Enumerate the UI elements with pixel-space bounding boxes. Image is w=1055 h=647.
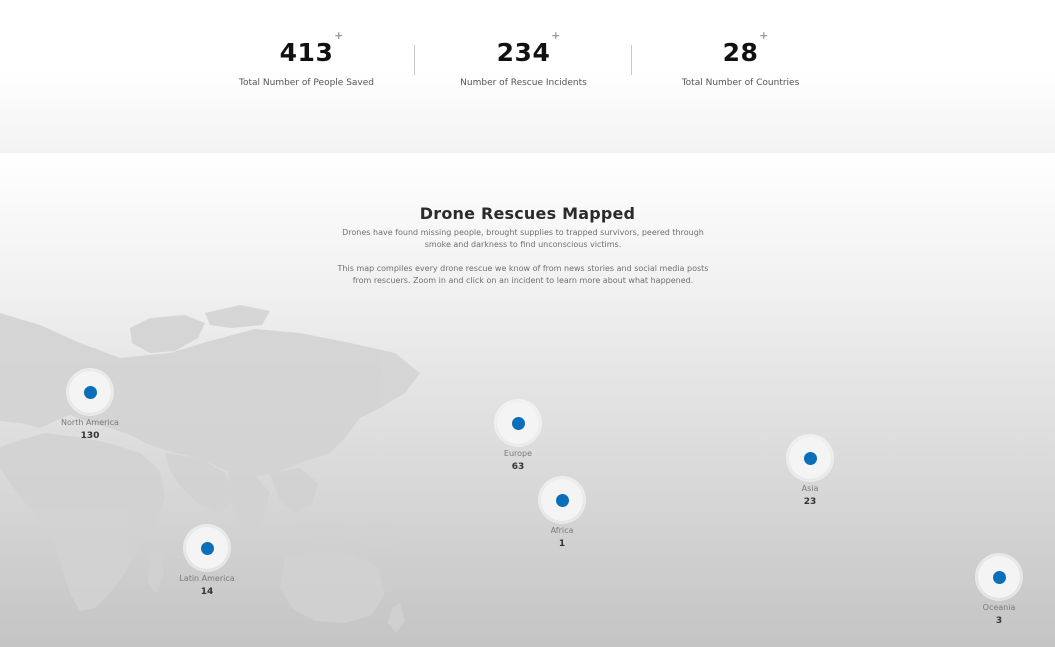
landmass	[355, 525, 400, 549]
map-pin-icon	[512, 417, 525, 430]
marker-north-america[interactable]: North America 130	[45, 371, 135, 441]
marker-count: 63	[511, 462, 525, 472]
plus-icon: +	[759, 29, 769, 42]
stat-label: Number of Rescue Incidents	[460, 78, 587, 88]
landmass	[205, 305, 270, 328]
map-pin-icon	[201, 542, 214, 555]
marker-count: 1	[558, 539, 566, 549]
plus-icon: +	[551, 29, 561, 42]
stat-value: 413	[279, 38, 334, 67]
marker-africa[interactable]: Africa 1	[517, 479, 607, 549]
marker-name: Latin America	[179, 574, 235, 583]
marker-name: Oceania	[982, 603, 1016, 612]
marker-button[interactable]	[69, 371, 111, 413]
map-title: Drone Rescues Mapped	[419, 204, 636, 224]
map-pin-icon	[993, 571, 1006, 584]
marker-count: 23	[803, 497, 817, 507]
marker-asia[interactable]: Asia 23	[765, 437, 855, 507]
marker-name: North America	[61, 418, 119, 427]
page: 413 + Total Number of People Saved 234 +…	[0, 0, 1055, 647]
marker-europe[interactable]: Europe 63	[473, 402, 563, 472]
marker-name: Asia	[801, 484, 819, 493]
stat-countries: 28 + Total Number of Countries	[632, 29, 849, 88]
marker-button[interactable]	[541, 479, 583, 521]
marker-button[interactable]	[789, 437, 831, 479]
marker-name: Africa	[550, 526, 574, 535]
stat-value: 28	[722, 38, 759, 67]
landmass	[270, 468, 318, 513]
marker-latin-america[interactable]: Latin America 14	[162, 527, 252, 597]
plus-icon: +	[334, 29, 344, 42]
stats-band: 413 + Total Number of People Saved 234 +…	[0, 0, 1055, 153]
marker-button[interactable]	[978, 556, 1020, 598]
stat-value: 234	[496, 38, 551, 67]
map-pin-icon	[804, 452, 817, 465]
landmass	[388, 603, 405, 633]
marker-button[interactable]	[497, 402, 539, 444]
map-description: Drones have found missing people, brough…	[342, 228, 704, 249]
stat-label: Total Number of People Saved	[239, 78, 374, 88]
marker-count: 3	[995, 616, 1003, 626]
marker-name: Europe	[503, 449, 533, 458]
map-section: Drone Rescues Mapped Drones have found m…	[0, 153, 1055, 647]
stat-label: Total Number of Countries	[681, 78, 800, 88]
map-description: This map compiles every drone rescue we …	[337, 264, 709, 285]
stat-rescue-incidents: 234 + Number of Rescue Incidents	[415, 29, 632, 88]
marker-button[interactable]	[186, 527, 228, 569]
marker-oceania[interactable]: Oceania 3	[954, 556, 1044, 626]
map-pin-icon	[84, 386, 97, 399]
stat-people-saved: 413 + Total Number of People Saved	[198, 29, 415, 88]
landmass	[280, 551, 385, 623]
map-pin-icon	[556, 494, 569, 507]
landmass	[0, 433, 165, 611]
landmass	[300, 521, 350, 545]
marker-count: 130	[80, 431, 100, 441]
marker-count: 14	[200, 587, 214, 597]
